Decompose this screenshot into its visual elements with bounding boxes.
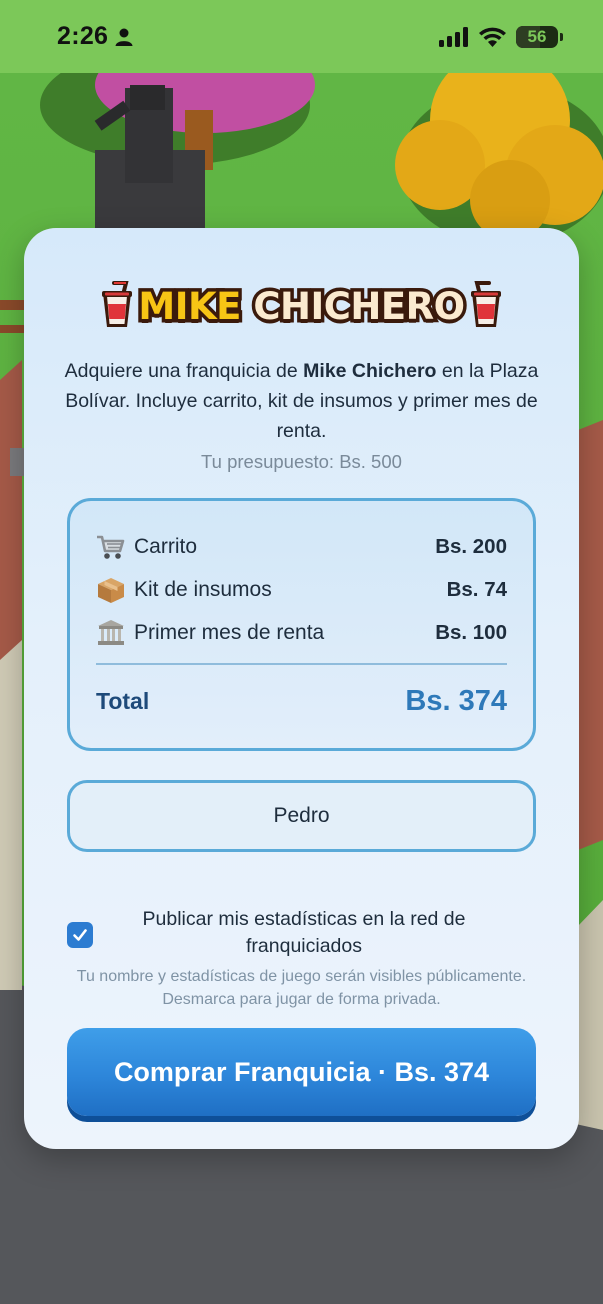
description-before: Adquiere una franquicia de [64,360,304,382]
status-right: 56 [439,25,563,48]
fence-rail-2 [0,325,24,333]
franchise-description: Adquiere una franquicia de Mike Chichero… [64,356,539,446]
budget-text: Tu presupuesto: Bs. 500 [201,451,402,472]
buy-franchise-button[interactable]: Comprar Franquicia · Bs. 374 [67,1028,536,1116]
logo-wordmark: MIKE CHICHERO [135,284,469,328]
franchise-modal: MIKE CHICHERO Adquiere una franquicia de… [24,228,579,1149]
checkmark-icon [73,929,87,941]
cost-label: Carrito [134,535,198,558]
publish-stats-label[interactable]: Publicar mis estadísticas en la red de f… [124,906,484,960]
total-row: Total Bs. 374 [96,681,507,721]
cost-label: Kit de insumos [134,578,272,601]
cost-item: Primer mes de renta [96,619,324,647]
cost-row-kit: Kit de insumos Bs. 74 [96,574,507,606]
total-value: Bs. 374 [405,684,507,717]
cost-value: Bs. 200 [435,535,507,558]
signal-icon [439,26,468,47]
battery-level: 56 [527,26,547,46]
publish-stats-note: Tu nombre y estadísticas de juego serán … [76,968,527,1008]
cup-icon [102,281,133,327]
cost-row-rent: Primer mes de renta Bs. 100 [96,617,507,649]
total-label: Total [96,687,150,714]
bank-icon [98,620,124,645]
publish-stats-checkbox[interactable] [67,922,93,948]
statue-head [130,85,165,110]
cost-row-cart: Carrito Bs. 200 [96,531,507,563]
cost-value: Bs. 74 [446,578,507,601]
franchisee-name-input[interactable] [67,780,536,852]
battery-cap [560,32,563,41]
brand-logo: MIKE CHICHERO [24,278,579,334]
cost-item: Carrito [96,533,197,561]
status-left: 2:26 [57,22,134,51]
cup-icon [470,281,501,327]
cost-breakdown: Carrito Bs. 200 Kit de insumos Bs. 74 Pr… [67,498,536,751]
status-time: 2:26 [57,22,109,50]
cart-icon [97,535,125,559]
battery-icon: 56 [516,25,558,48]
cost-divider [96,663,507,665]
brick-path-left [0,360,22,660]
cost-value: Bs. 100 [435,621,507,644]
cost-label: Primer mes de renta [134,621,325,644]
status-bar: 2:26 56 [0,0,603,73]
fence-rail-1 [0,300,24,310]
wifi-icon [479,27,506,47]
logo-word-2: CHICHERO [250,284,469,328]
person-icon [115,28,133,46]
box-icon [98,578,124,603]
brick-path-right [578,420,603,850]
description-brand: Mike Chichero [303,360,437,382]
cost-item: Kit de insumos [96,576,272,604]
logo-word-1: MIKE [135,284,245,328]
